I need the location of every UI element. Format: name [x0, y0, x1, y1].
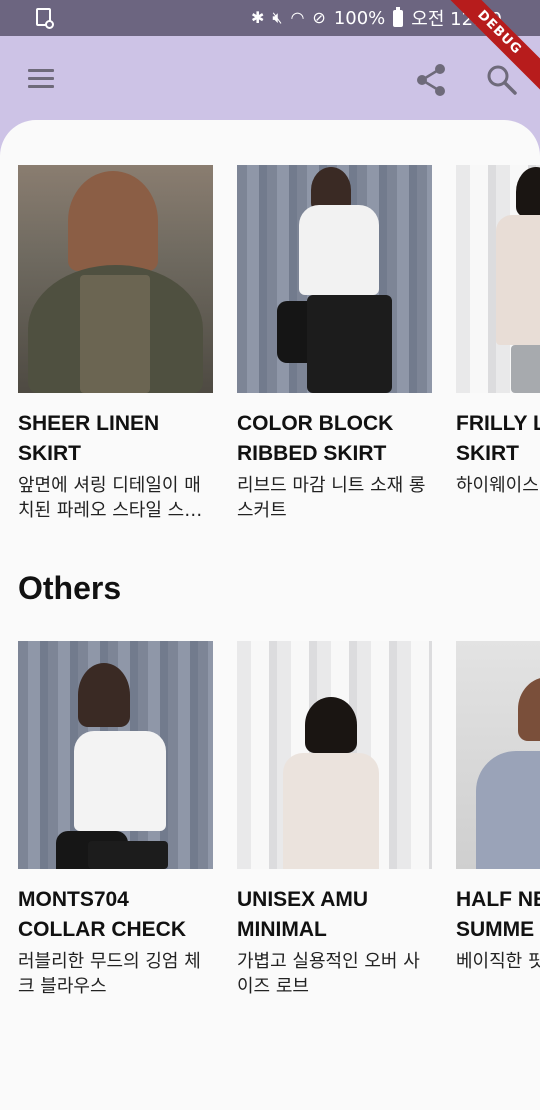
product-card[interactable]: HALF NE SUMME 베이직한 핏 좋은 니트	[456, 641, 540, 999]
product-description: 리브드 마감 니트 소재 롱 스커트	[237, 475, 426, 521]
featured-list: SHEER LINEN SKIRT 앞면에 셔링 디테일이 매치된 파레오 스타…	[18, 165, 540, 585]
share-icon[interactable]	[412, 60, 452, 100]
product-name: COLOR BLOCK RIBBED SKIRT	[237, 412, 394, 465]
section-title-others: Others	[18, 570, 122, 606]
product-image	[456, 641, 540, 869]
dnd-icon: ⊘	[312, 8, 326, 27]
mute-icon: 🔇︎	[272, 8, 283, 27]
product-image	[237, 641, 432, 869]
product-name: FRILLY L SKIRT	[456, 412, 540, 465]
product-description: 하이웨이스 스커트	[456, 475, 540, 496]
battery-icon	[393, 6, 404, 27]
product-name: MONTS704 COLLAR CHECK	[18, 888, 186, 941]
product-description: 앞면에 셔링 디테일이 매치된 파레오 스타일 스커트	[18, 475, 201, 521]
product-card[interactable]: UNISEX AMU MINIMAL 가볍고 실용적인 오버 사이즈 로브	[237, 641, 432, 999]
product-description: 베이직한 핏 좋은 니트	[456, 951, 540, 972]
others-list: MONTS704 COLLAR CHECK 러블리한 무드의 깅엄 체크 블라우…	[18, 641, 540, 1061]
product-description: 가볍고 실용적인 오버 사이즈 로브	[237, 951, 420, 997]
product-card[interactable]: COLOR BLOCK RIBBED SKIRT 리브드 마감 니트 소재 롱 …	[237, 165, 432, 523]
product-name: UNISEX AMU MINIMAL	[237, 888, 369, 941]
battery-percent: 100%	[333, 7, 386, 29]
wifi-icon: ◠	[290, 8, 305, 27]
product-card[interactable]: MONTS704 COLLAR CHECK 러블리한 무드의 깅엄 체크 블라우…	[18, 641, 213, 999]
product-card[interactable]: FRILLY L SKIRT 하이웨이스 스커트	[456, 165, 540, 523]
product-name: HALF NE SUMME	[456, 888, 540, 941]
screenshot-icon	[36, 8, 54, 29]
app-bar	[0, 36, 540, 120]
product-image	[18, 165, 213, 393]
content-sheet: SHEER LINEN SKIRT 앞면에 셔링 디테일이 매치된 파레오 스타…	[0, 120, 540, 1110]
menu-icon[interactable]	[26, 66, 56, 90]
product-card[interactable]: SHEER LINEN SKIRT 앞면에 셔링 디테일이 매치된 파레오 스타…	[18, 165, 213, 523]
product-name: SHEER LINEN SKIRT	[18, 412, 160, 465]
product-image	[237, 165, 432, 393]
product-image	[456, 165, 540, 393]
bluetooth-icon: ✱	[250, 8, 265, 27]
product-description: 러블리한 무드의 깅엄 체크 블라우스	[18, 951, 201, 997]
product-image	[18, 641, 213, 869]
